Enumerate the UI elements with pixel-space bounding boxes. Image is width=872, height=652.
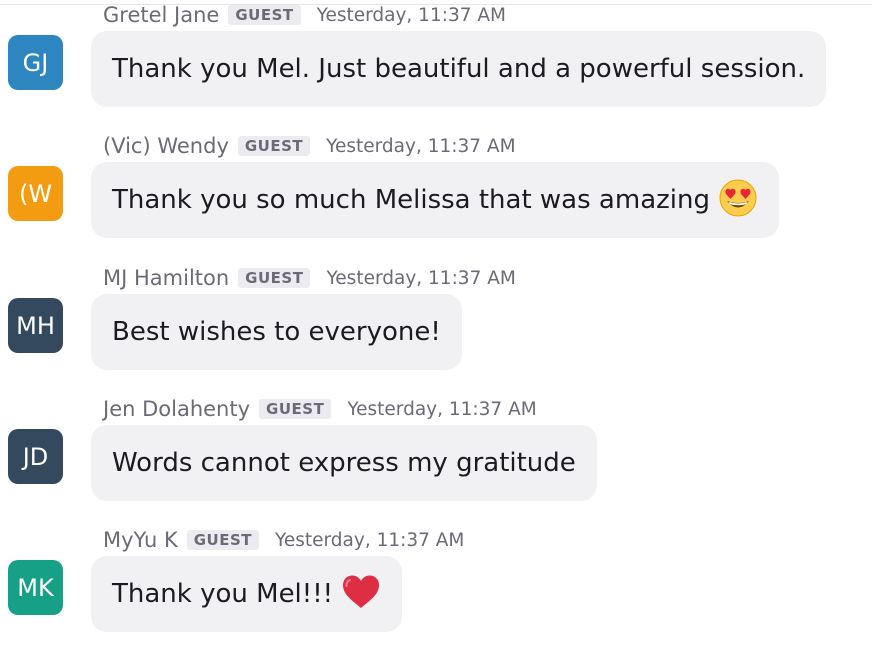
sender-name[interactable]: MyYu K (103, 528, 178, 552)
message-bubble[interactable]: Thank you Mel. Just beautiful and a powe… (91, 31, 827, 107)
timestamp: Yesterday, 11:37 AM (347, 398, 537, 420)
sender-name[interactable]: Gretel Jane (103, 3, 219, 27)
guest-badge: GUEST (259, 399, 332, 419)
message-header: MyYu K GUEST Yesterday, 11:37 AM (103, 525, 464, 555)
message-header: MJ Hamilton GUEST Yesterday, 11:37 AM (103, 263, 516, 293)
timestamp: Yesterday, 11:37 AM (275, 529, 465, 551)
message-bubble[interactable]: Thank you Mel!!! (91, 556, 403, 632)
message-bubble[interactable]: Thank you so much Melissa that was amazi… (91, 162, 779, 238)
guest-badge: GUEST (238, 268, 311, 288)
timestamp: Yesterday, 11:37 AM (316, 4, 506, 26)
red-heart-emoji-icon (341, 574, 381, 614)
message-text: Words cannot express my gratitude (112, 448, 576, 478)
avatar[interactable]: MH (8, 298, 63, 353)
message-text: Thank you Mel!!! (112, 579, 334, 609)
heart-eyes-emoji-icon (718, 178, 758, 222)
message-bubble[interactable]: Words cannot express my gratitude (91, 425, 597, 501)
message-text: Thank you so much Melissa that was amazi… (112, 185, 710, 215)
guest-badge: GUEST (237, 136, 311, 156)
sender-name[interactable]: MJ Hamilton (103, 266, 229, 290)
avatar[interactable]: GJ (8, 35, 63, 90)
guest-badge: GUEST (186, 530, 260, 550)
sender-name[interactable]: Jen Dolahenty (103, 397, 250, 421)
avatar[interactable]: JD (8, 429, 63, 484)
message-text: Best wishes to everyone! (112, 317, 441, 347)
timestamp: Yesterday, 11:37 AM (326, 267, 516, 289)
message-header: (Vic) Wendy GUEST Yesterday, 11:37 AM (103, 131, 516, 161)
avatar[interactable]: MK (8, 560, 63, 615)
guest-badge: GUEST (228, 5, 301, 25)
message-header: Gretel Jane GUEST Yesterday, 11:37 AM (103, 0, 506, 30)
message-bubble[interactable]: Best wishes to everyone! (91, 294, 462, 370)
sender-name[interactable]: (Vic) Wendy (103, 134, 229, 158)
timestamp: Yesterday, 11:37 AM (326, 135, 516, 157)
message-header: Jen Dolahenty GUEST Yesterday, 11:37 AM (103, 394, 537, 424)
avatar[interactable]: (W (8, 166, 63, 221)
message-text: Thank you Mel. Just beautiful and a powe… (112, 54, 806, 84)
